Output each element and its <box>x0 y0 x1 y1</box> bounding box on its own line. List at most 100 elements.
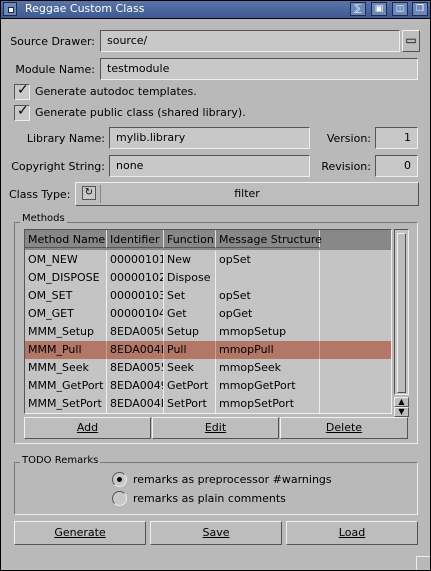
class-type-label: Class Type: <box>9 188 71 201</box>
scroll-down-icon[interactable]: ▼ <box>394 407 409 417</box>
table-row[interactable]: MMM_Setup 8EDA0050 Setup mmopSetup <box>25 323 391 341</box>
cell-name: MMM_Setup <box>25 323 107 341</box>
column-header-identifier[interactable]: Identifier <box>107 230 164 248</box>
version-input[interactable]: 1 <box>375 127 418 149</box>
library-name-input[interactable]: mylib.library <box>109 127 310 149</box>
delete-method-button[interactable]: Delete <box>280 417 408 439</box>
source-drawer-label: Source Drawer: <box>10 35 95 48</box>
cell-name: OM_SET <box>25 287 107 305</box>
window-title: Reggae Custom Class <box>25 2 145 15</box>
version-label: Version: <box>326 132 371 145</box>
cell-name: OM_DISPOSE <box>25 269 107 287</box>
checkmark-icon: ✓ <box>17 82 29 98</box>
methods-scrollbar[interactable]: ▲ ▼ <box>394 229 409 417</box>
zoom-gadget-icon[interactable]: ◫ <box>392 2 408 16</box>
autodoc-label: Generate autodoc templates. <box>35 85 197 98</box>
module-name-input[interactable]: testmodule <box>100 58 418 80</box>
scroll-knob[interactable] <box>397 233 406 393</box>
title-bar[interactable]: Reggae Custom Class ⅀ ▣ ◫ ❐ <box>1 1 430 19</box>
save-button[interactable]: Save <box>150 521 282 545</box>
cell-id: 00000103 <box>107 287 164 305</box>
resize-gadget-icon[interactable] <box>416 556 430 570</box>
cell-name: OM_NEW <box>25 251 107 269</box>
revision-label: Revision: <box>321 160 371 173</box>
cell-msg <box>216 269 320 287</box>
cell-func: GetPort <box>164 377 216 395</box>
close-gadget-icon[interactable] <box>3 2 17 16</box>
column-header-function[interactable]: Function <box>164 230 216 248</box>
cell-msg: opGet <box>216 305 320 323</box>
radio-plain-comments-label: remarks as plain comments <box>133 492 286 505</box>
public-class-label: Generate public class (shared library). <box>35 106 246 119</box>
cell-id: 00000104 <box>107 305 164 323</box>
cell-id: 8EDA0055 <box>107 359 164 377</box>
edit-method-button[interactable]: Edit <box>152 417 279 439</box>
copyright-label: Copyright String: <box>11 160 105 173</box>
column-header-method-name[interactable]: Method Name <box>25 230 107 248</box>
folder-icon: ▭ <box>405 33 417 47</box>
cell-func: SetPort <box>164 395 216 413</box>
drawer-popup-button[interactable]: ▭ <box>402 30 420 52</box>
table-row[interactable]: MMM_GetPort 8EDA0049 GetPort mmopGetPort <box>25 377 391 395</box>
cell-func: Pull <box>164 341 216 359</box>
methods-list[interactable]: Method Name Identifier Function Message … <box>24 229 392 414</box>
cell-id: 00000101 <box>107 251 164 269</box>
cell-name: MMM_GetPort <box>25 377 107 395</box>
cell-name: MMM_SetPort <box>25 395 107 413</box>
cell-id: 8EDA004B <box>107 395 164 413</box>
table-row[interactable]: MMM_Seek 8EDA0055 Seek mmopSeek <box>25 359 391 377</box>
cell-func: Seek <box>164 359 216 377</box>
reggae-window: Reggae Custom Class ⅀ ▣ ◫ ❐ Source Drawe… <box>0 0 431 571</box>
cell-name: MMM_Seek <box>25 359 107 377</box>
cell-name: OM_GET <box>25 305 107 323</box>
iconify-gadget-icon[interactable]: ⅀ <box>350 2 366 16</box>
depth-gadget-icon[interactable]: ❐ <box>412 2 428 16</box>
checkmark-icon: ✓ <box>17 103 29 119</box>
cell-msg: mmopPull <box>216 341 320 359</box>
autodoc-checkbox[interactable]: ✓ <box>14 82 30 100</box>
table-row[interactable]: MMM_SetPort 8EDA004B SetPort mmopSetPort <box>25 395 391 413</box>
module-name-label: Module Name: <box>15 63 95 76</box>
load-button[interactable]: Load <box>286 521 418 545</box>
cell-msg: mmopSetPort <box>216 395 320 413</box>
todo-remarks-title: TODO Remarks <box>20 455 101 466</box>
table-row[interactable]: OM_DISPOSE 00000102 Dispose <box>25 269 391 287</box>
table-row[interactable]: OM_GET 00000104 Get opGet <box>25 305 391 323</box>
cycle-icon: ↻ <box>82 186 96 200</box>
radio-preprocessor-warnings-label: remarks as preprocessor #warnings <box>133 473 332 486</box>
cell-id: 8EDA004B <box>107 341 164 359</box>
cell-func: Dispose <box>164 269 216 287</box>
cell-id: 8EDA0050 <box>107 323 164 341</box>
class-type-value: filter <box>234 187 260 200</box>
cell-func: New <box>164 251 216 269</box>
radio-preprocessor-warnings[interactable] <box>112 472 127 487</box>
revision-input[interactable]: 0 <box>375 155 418 177</box>
table-row[interactable]: OM_NEW 00000101 New opSet <box>25 251 391 269</box>
copyright-input[interactable]: none <box>109 155 310 177</box>
todo-remarks-group <box>14 462 418 515</box>
methods-list-header: Method Name Identifier Function Message … <box>25 230 391 250</box>
snapshot-gadget-icon[interactable]: ▣ <box>371 2 387 16</box>
cell-func: Get <box>164 305 216 323</box>
library-name-label: Library Name: <box>26 132 105 145</box>
cell-id: 00000102 <box>107 269 164 287</box>
cell-id: 8EDA0049 <box>107 377 164 395</box>
class-type-cycle[interactable]: ↻ filter <box>75 182 419 206</box>
table-row[interactable]: OM_SET 00000103 Set opSet <box>25 287 391 305</box>
add-method-button[interactable]: Add <box>24 417 151 439</box>
radio-plain-comments[interactable] <box>112 491 127 506</box>
public-class-checkbox[interactable]: ✓ <box>14 103 30 121</box>
cell-msg: mmopSetup <box>216 323 320 341</box>
column-header-message-structure[interactable]: Message Structure <box>216 230 322 248</box>
generate-button[interactable]: Generate <box>14 521 146 545</box>
cell-msg: opSet <box>216 287 320 305</box>
cell-msg: mmopSeek <box>216 359 320 377</box>
cell-name: MMM_Pull <box>25 341 107 359</box>
scroll-track[interactable] <box>394 229 409 395</box>
cell-msg: opSet <box>216 251 320 269</box>
table-row[interactable]: MMM_Pull 8EDA004B Pull mmopPull <box>25 341 391 359</box>
cell-msg: mmopGetPort <box>216 377 320 395</box>
source-drawer-input[interactable]: source/ <box>100 30 400 52</box>
cell-func: Setup <box>164 323 216 341</box>
scroll-up-icon[interactable]: ▲ <box>394 397 409 407</box>
